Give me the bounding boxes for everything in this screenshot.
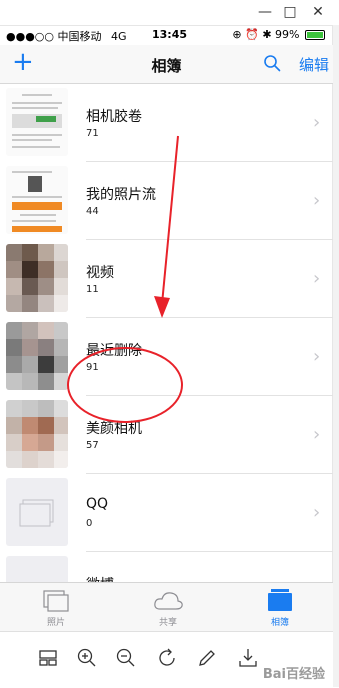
- chevron-right-icon: ›: [313, 424, 321, 445]
- lock-rotation-icon: ⊕: [232, 28, 242, 41]
- album-name: 我的照片流: [86, 187, 156, 203]
- empty-album-icon: [6, 478, 68, 546]
- rotate-icon[interactable]: [155, 646, 179, 670]
- album-row-weibo[interactable]: 微博: [0, 552, 333, 582]
- carrier-info: ●●●○○ 中国移动 4G: [6, 28, 127, 44]
- album-count: 57: [86, 440, 99, 451]
- album-thumbnail: [6, 166, 68, 234]
- tab-label: 照片: [46, 618, 65, 628]
- bluetooth-icon: ✱: [262, 28, 272, 41]
- close-button[interactable]: ✕: [307, 3, 329, 21]
- album-name: 微博: [86, 574, 114, 582]
- tab-shared[interactable]: 共享: [128, 583, 208, 631]
- download-icon[interactable]: [236, 646, 260, 670]
- tab-label: 相簿: [270, 618, 289, 628]
- empty-album-icon: [6, 556, 68, 582]
- edit-icon[interactable]: [195, 646, 219, 670]
- page-title: 相簿: [151, 57, 182, 75]
- tab-albums[interactable]: 相簿: [240, 583, 320, 631]
- album-count: 11: [86, 284, 99, 295]
- album-name: 最近删除: [86, 343, 142, 359]
- tab-photos[interactable]: 照片: [16, 583, 96, 631]
- edit-button[interactable]: 编辑: [299, 54, 329, 75]
- zoom-out-icon[interactable]: [114, 646, 138, 670]
- album-count: 91: [86, 362, 99, 373]
- signal-icon: ●●●○○: [6, 30, 54, 43]
- alarm-icon: ⏰: [245, 28, 259, 41]
- watermark: Bai百经验: [262, 667, 325, 682]
- albums-icon: [268, 589, 292, 611]
- battery-fill: [307, 32, 323, 38]
- zoom-in-icon[interactable]: [75, 646, 99, 670]
- chevron-right-icon: ›: [313, 190, 321, 211]
- chevron-right-icon: ›: [313, 268, 321, 289]
- minimize-button[interactable]: —: [254, 3, 276, 21]
- album-name: 视频: [86, 265, 114, 281]
- album-thumbnail: [6, 88, 68, 156]
- album-thumbnail-pixelated: [6, 322, 68, 390]
- tab-bar: 照片 共享 相簿: [0, 582, 333, 631]
- battery-percent: 99%: [275, 28, 300, 41]
- window-title-bar: — □ ✕: [0, 0, 339, 26]
- viewer-toolbar: Bai百经验: [0, 631, 333, 688]
- status-bar: ●●●○○ 中国移动 4G 13:45 ⊕ ⏰ ✱ 99%: [0, 25, 333, 45]
- album-row-qq[interactable]: QQ 0 ›: [0, 474, 333, 552]
- cloud-icon: [154, 592, 183, 610]
- album-name: QQ: [86, 496, 109, 512]
- album-thumbnail-pixelated: [6, 400, 68, 468]
- window-right-edge: [332, 25, 339, 687]
- album-count: 0: [86, 518, 93, 529]
- album-thumbnail-pixelated: [6, 244, 68, 312]
- album-list: 相机胶卷 71 › 我的照片流 44 › 视频 11 › 最近删除 91 › 美…: [0, 84, 333, 582]
- album-row-recently-deleted[interactable]: 最近删除 91 ›: [0, 318, 333, 396]
- battery-icon: [305, 30, 325, 40]
- layout-icon[interactable]: [36, 646, 60, 670]
- album-name: 相机胶卷: [86, 109, 142, 125]
- album-name: 美颜相机: [86, 421, 142, 437]
- carrier-name: 中国移动: [57, 30, 102, 43]
- chevron-right-icon: ›: [313, 112, 321, 133]
- album-row-videos[interactable]: 视频 11 ›: [0, 240, 333, 318]
- network-type: 4G: [111, 30, 127, 43]
- album-count: 71: [86, 128, 99, 139]
- chevron-right-icon: ›: [313, 346, 321, 367]
- album-row-camera-roll[interactable]: 相机胶卷 71 ›: [0, 84, 333, 162]
- status-right: ⊕ ⏰ ✱ 99%: [232, 28, 325, 41]
- photos-icon: [43, 590, 69, 612]
- chevron-right-icon: ›: [313, 502, 321, 523]
- search-icon[interactable]: [263, 54, 281, 76]
- album-row-photo-stream[interactable]: 我的照片流 44 ›: [0, 162, 333, 240]
- nav-bar: + 相簿 编辑: [0, 45, 333, 84]
- album-count: 44: [86, 206, 99, 217]
- status-time: 13:45: [152, 28, 188, 41]
- maximize-button[interactable]: □: [279, 3, 301, 21]
- tab-label: 共享: [158, 618, 177, 628]
- album-row-beauty-camera[interactable]: 美颜相机 57 ›: [0, 396, 333, 474]
